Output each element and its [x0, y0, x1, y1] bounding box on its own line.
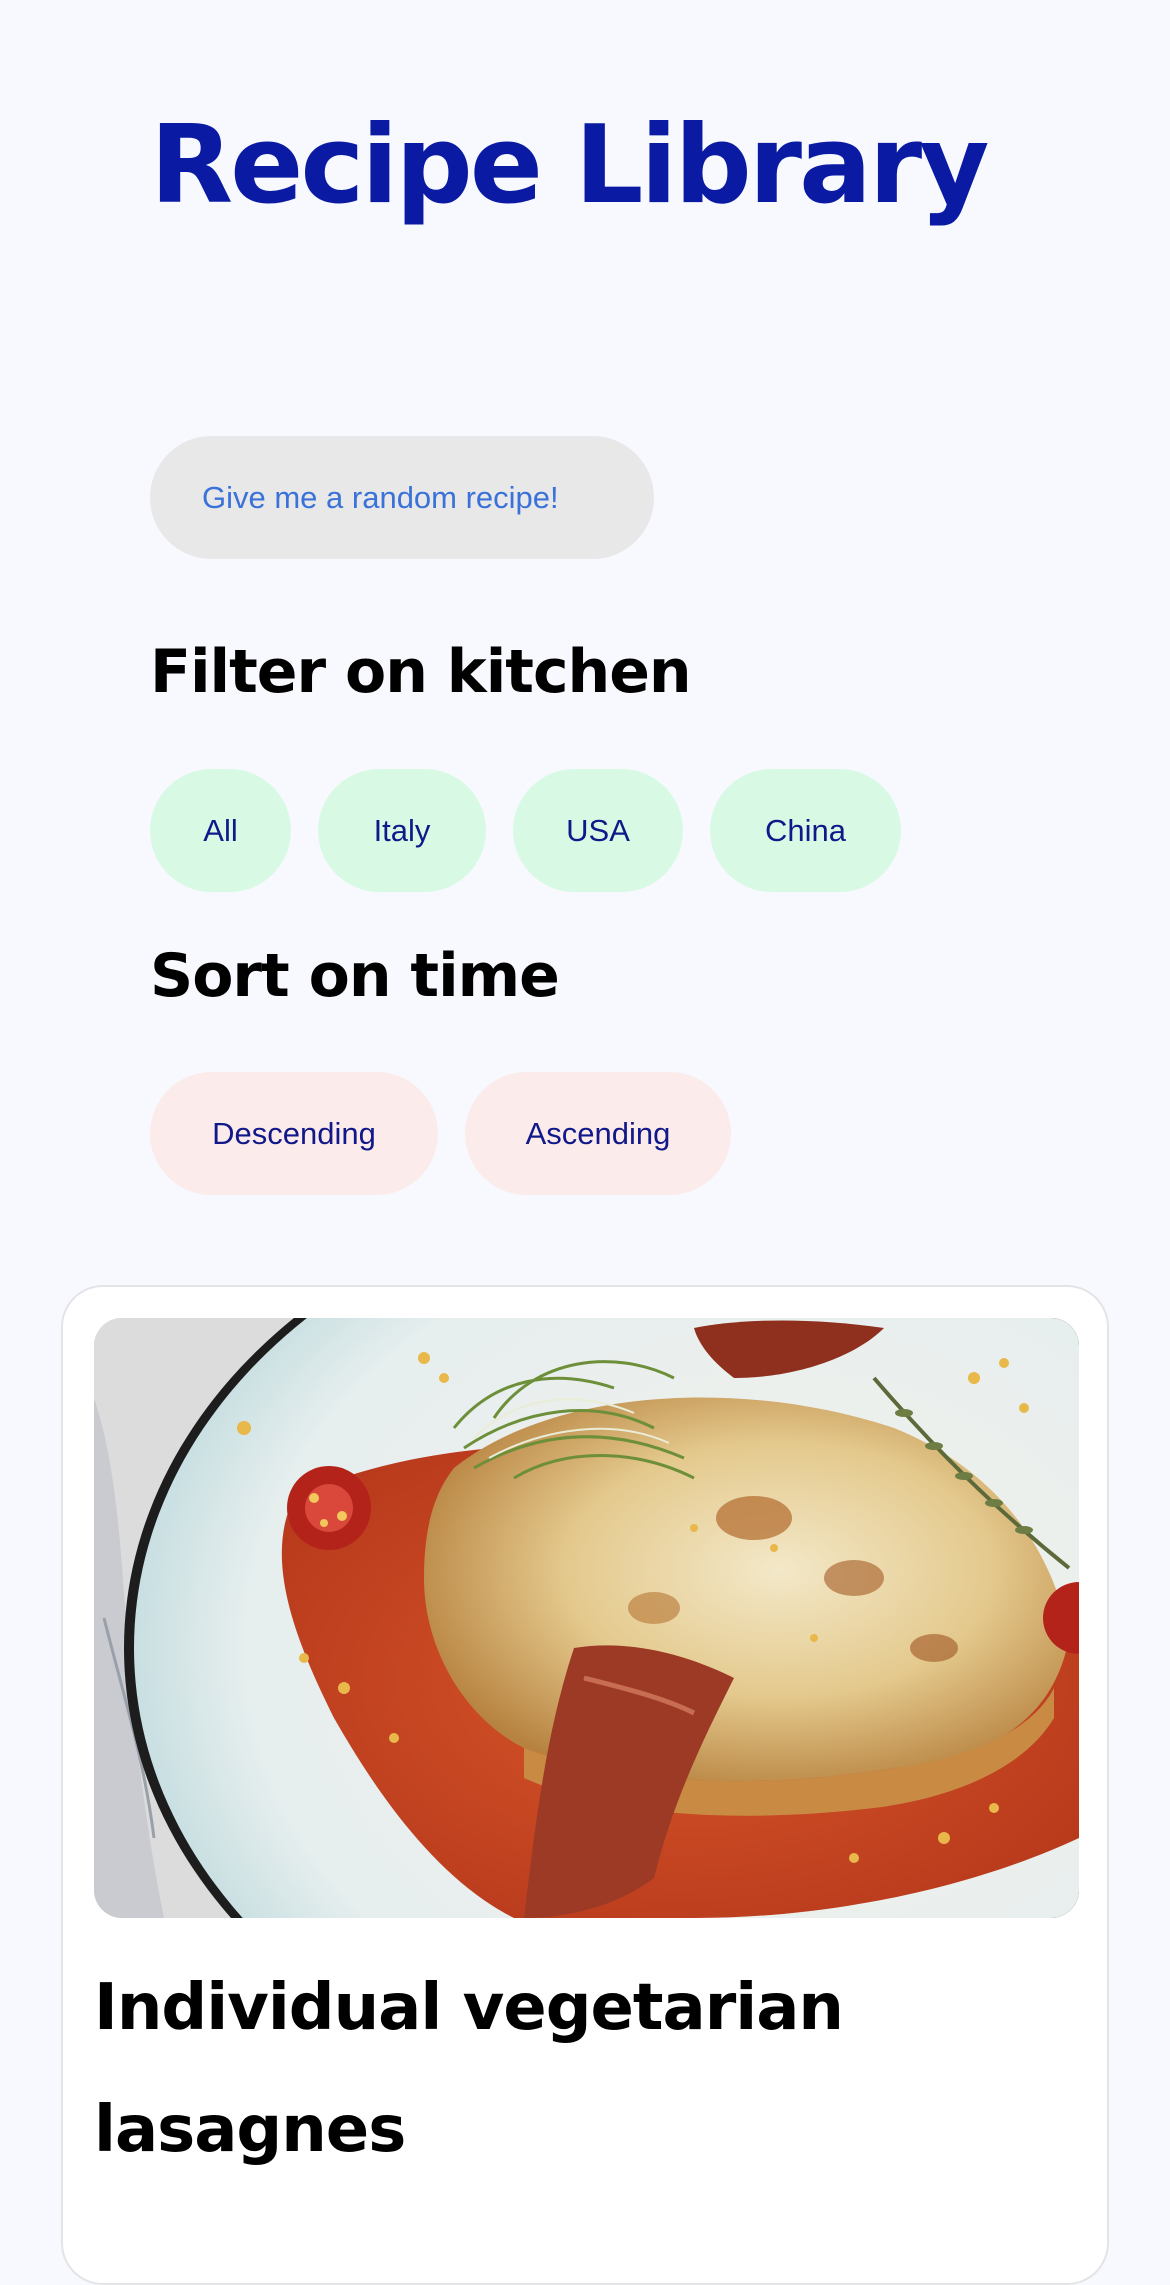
- filter-chip-italy[interactable]: Italy: [318, 769, 486, 892]
- lasagne-photo-icon: [94, 1318, 1079, 1918]
- recipe-library-page: Recipe Library Give me a random recipe! …: [0, 0, 1170, 2285]
- sort-chip-group: Descending Ascending: [150, 1072, 731, 1195]
- random-recipe-button[interactable]: Give me a random recipe!: [150, 436, 654, 559]
- page-title: Recipe Library: [150, 103, 990, 228]
- filter-chip-group: All Italy USA China: [150, 769, 901, 892]
- recipe-card[interactable]: Individual vegetarian lasagnes: [61, 1285, 1109, 2285]
- sort-chip-ascending[interactable]: Ascending: [465, 1072, 731, 1195]
- recipe-title[interactable]: Individual vegetarian lasagnes: [94, 1947, 954, 2191]
- filter-heading: Filter on kitchen: [150, 637, 692, 707]
- filter-chip-all[interactable]: All: [150, 769, 291, 892]
- sort-heading: Sort on time: [150, 941, 560, 1011]
- filter-chip-usa[interactable]: USA: [513, 769, 683, 892]
- filter-chip-china[interactable]: China: [710, 769, 901, 892]
- sort-chip-descending[interactable]: Descending: [150, 1072, 438, 1195]
- recipe-image: [94, 1318, 1079, 1918]
